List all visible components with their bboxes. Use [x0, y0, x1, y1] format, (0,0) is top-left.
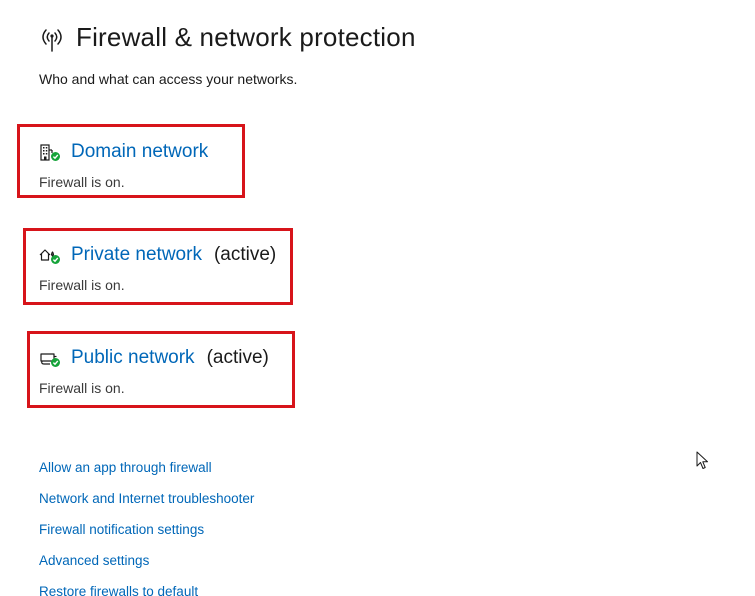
- public-network-active-label: (active): [206, 347, 269, 368]
- restore-defaults-link[interactable]: Restore firewalls to default: [39, 584, 198, 596]
- list-item: Network and Internet troubleshooter: [39, 490, 254, 521]
- list-item: Firewall notification settings: [39, 521, 254, 552]
- domain-network-status: Firewall is on.: [39, 174, 125, 190]
- mouse-pointer-icon: [696, 451, 708, 469]
- firewall-network-protection-page: Firewall & network protection Who and wh…: [0, 0, 755, 596]
- domain-network-icon: [40, 144, 60, 161]
- public-network-row[interactable]: Public network (active): [39, 345, 269, 371]
- domain-network-link[interactable]: Domain network: [71, 141, 208, 163]
- allow-app-link[interactable]: Allow an app through firewall: [39, 460, 212, 475]
- public-network-link[interactable]: Public network: [71, 347, 195, 369]
- private-network-row[interactable]: Private network (active): [39, 242, 276, 268]
- private-network-active-label: (active): [213, 244, 277, 265]
- private-network-status: Firewall is on.: [39, 277, 125, 293]
- settings-link-list: Allow an app through firewall Network an…: [39, 459, 254, 596]
- list-item: Allow an app through firewall: [39, 459, 254, 490]
- advanced-settings-link[interactable]: Advanced settings: [39, 553, 149, 568]
- list-item: Restore firewalls to default: [39, 583, 254, 596]
- notification-settings-link[interactable]: Firewall notification settings: [39, 522, 204, 537]
- private-network-link[interactable]: Private network: [71, 244, 202, 266]
- antenna-icon: [42, 29, 62, 52]
- domain-network-row[interactable]: Domain network: [39, 139, 220, 165]
- troubleshooter-link[interactable]: Network and Internet troubleshooter: [39, 491, 254, 506]
- page-subtitle: Who and what can access your networks.: [39, 71, 298, 87]
- private-network-icon: [39, 249, 60, 264]
- public-network-icon: [40, 353, 60, 367]
- public-network-status: Firewall is on.: [39, 380, 125, 396]
- page-title: Firewall & network protection: [76, 22, 416, 52]
- list-item: Advanced settings: [39, 552, 254, 583]
